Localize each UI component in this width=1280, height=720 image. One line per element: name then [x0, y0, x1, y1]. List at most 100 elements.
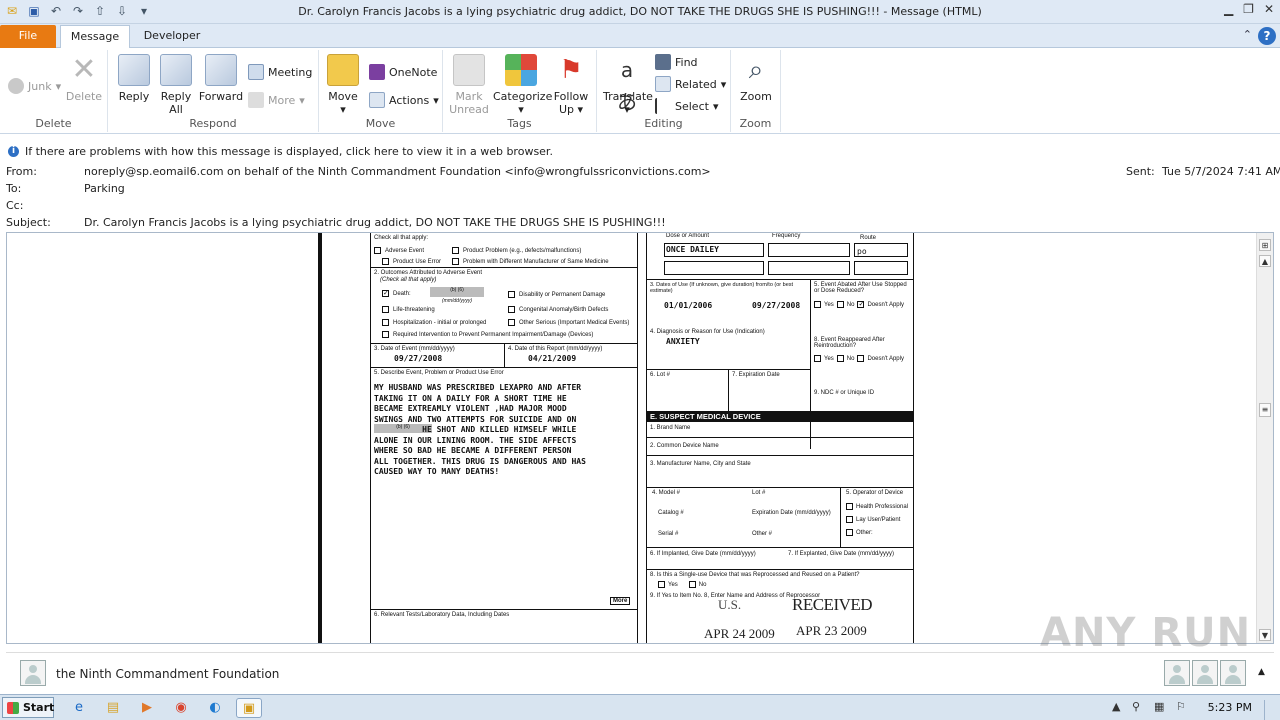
junk-button[interactable]: Junk ▾	[8, 78, 61, 94]
scroll-thumb[interactable]: ≡	[1259, 403, 1271, 417]
watermark: ANY RUN	[1040, 610, 1252, 656]
form-rule	[646, 455, 914, 456]
related-button[interactable]: Related ▾	[655, 76, 726, 92]
flag-tray-icon[interactable]: ⚐	[1176, 700, 1186, 713]
window-controls: ▁ ❐ ✕	[1224, 2, 1274, 16]
avatar[interactable]	[1192, 660, 1218, 686]
find-button[interactable]: Find	[655, 54, 698, 70]
media-player-icon[interactable]: ▶	[136, 698, 158, 718]
from-value[interactable]: noreply@sp.eomail6.com on behalf of the …	[84, 165, 711, 178]
subject-label: Subject:	[6, 216, 51, 229]
translate-button[interactable]: aあ Translate ▾	[603, 54, 653, 116]
death-check: ✓ Death:	[382, 290, 411, 297]
avatar[interactable]	[1164, 660, 1190, 686]
close-icon[interactable]: ✕	[1264, 2, 1274, 16]
life-threatening-check: Life-threatening	[382, 306, 435, 313]
chrome-icon[interactable]: ◉	[170, 698, 192, 718]
exp-date-label: Expiration Date (mm/dd/yyyy)	[752, 510, 831, 516]
actions-icon	[369, 92, 385, 108]
folder-icon[interactable]: ▤	[102, 698, 124, 718]
reply-button[interactable]: Reply	[116, 54, 152, 103]
meeting-icon	[248, 64, 264, 80]
stamp-small: U.S.	[718, 597, 742, 612]
help-icon[interactable]: ?	[1258, 27, 1276, 45]
checkbox-checked: ✓	[382, 290, 389, 297]
mark-unread-button[interactable]: Mark Unread	[449, 54, 489, 116]
reply-all-button[interactable]: Reply All	[156, 54, 196, 116]
start-button[interactable]: Start	[2, 697, 54, 718]
check-all-label: Check all that apply:	[374, 235, 429, 241]
scanned-form-image: Check all that apply: Adverse Event Prod…	[318, 233, 948, 643]
maximize-icon[interactable]: ❐	[1243, 2, 1254, 16]
checkbox	[452, 247, 459, 254]
subject-value: Dr. Carolyn Francis Jacobs is a lying ps…	[84, 216, 666, 229]
scroll-down-icon[interactable]: ▼	[1259, 629, 1271, 641]
narrative-line: BECAME EXTREAMLY VIOLENT ,HAD MAJOR MOOD	[374, 404, 567, 413]
meeting-button[interactable]: Meeting	[248, 64, 312, 80]
select-button[interactable]: Select ▾	[655, 98, 718, 114]
reply-all-icon	[160, 54, 192, 86]
outcomes-label: 2. Outcomes Attributed to Adverse Event	[374, 270, 483, 276]
actions-button[interactable]: Actions ▾	[369, 92, 439, 108]
zoom-button[interactable]: ⌕ Zoom	[737, 54, 775, 103]
vertical-scrollbar[interactable]: ⊞ ▲ ≡ ▼	[1256, 233, 1273, 643]
edge-icon[interactable]: ◐	[204, 698, 226, 718]
more-box: More	[610, 597, 631, 605]
manufacturer-label: 3. Manufacturer Name, City and State	[650, 461, 751, 467]
minimize-icon[interactable]: ▁	[1224, 2, 1233, 16]
show-desktop-button[interactable]	[1264, 700, 1274, 720]
cc-label: Cc:	[6, 199, 24, 212]
cursor-icon	[655, 98, 671, 114]
delete-x-icon: ✕	[71, 52, 97, 87]
categorize-button[interactable]: Categorize ▾	[493, 54, 552, 116]
people-pane-toggle-icon[interactable]: ▲	[1258, 667, 1265, 677]
checkbox	[814, 355, 821, 362]
more-respond-button[interactable]: More ▾	[248, 92, 305, 108]
scroll-option-icon[interactable]: ⊞	[1259, 239, 1271, 251]
volume-icon[interactable]: ▦	[1154, 700, 1164, 713]
form-rule	[810, 279, 811, 449]
dose-box-2	[664, 261, 764, 275]
move-button[interactable]: Move ▾	[325, 54, 361, 116]
sent-label: Sent:	[1126, 165, 1155, 178]
form-rule	[646, 437, 914, 438]
clock[interactable]: 5:23 PM	[1208, 701, 1252, 714]
form-rule	[370, 609, 638, 610]
frequency-box-2	[768, 261, 850, 275]
outcomes-sub: (Check all that apply)	[380, 277, 437, 283]
people-pane-name[interactable]: the Ninth Commandment Foundation	[56, 667, 279, 681]
tab-developer[interactable]: Developer	[134, 25, 210, 48]
ie-icon[interactable]: e	[68, 698, 90, 718]
scroll-up-icon[interactable]: ▲	[1259, 255, 1271, 267]
diagnosis: ANXIETY	[666, 337, 700, 346]
other-serious-check: Other Serious (Important Medical Events)	[508, 319, 629, 326]
date-from: 01/01/2006	[664, 301, 713, 310]
move-group: Move ▾ OneNote Actions ▾ Move	[319, 50, 443, 132]
relevant-tests-label: 6. Relevant Tests/Laboratory Data, Inclu…	[374, 612, 510, 618]
to-value[interactable]: Parking	[84, 182, 125, 195]
tray-arrow-icon[interactable]: ▲	[1112, 700, 1120, 713]
message-body: Check all that apply: Adverse Event Prod…	[6, 232, 1274, 644]
tags-group: Mark Unread Categorize ▾ ⚑ Follow Up ▾ Ta…	[443, 50, 597, 132]
tab-file[interactable]: File	[0, 25, 56, 48]
stamp-date-1: APR 24 2009	[704, 626, 775, 641]
minimize-ribbon-icon[interactable]: ⌃	[1243, 28, 1252, 41]
binoculars-icon	[655, 54, 671, 70]
checkbox	[688, 581, 696, 588]
delete-group: Junk ▾ ✕ Delete Delete	[0, 50, 108, 132]
hospitalization-check: Hospitalization - initial or prolonged	[382, 319, 486, 326]
follow-up-button[interactable]: ⚑ Follow Up ▾	[551, 54, 591, 116]
delete-button[interactable]: ✕ Delete	[64, 52, 104, 104]
move-group-label: Move	[365, 117, 396, 130]
onenote-button[interactable]: OneNote	[369, 64, 437, 80]
forward-button[interactable]: Forward	[198, 54, 244, 103]
network-icon[interactable]: ⚲	[1132, 700, 1140, 713]
avatar[interactable]	[20, 660, 46, 686]
tab-message[interactable]: Message	[60, 25, 130, 48]
catalog-label: Catalog #	[658, 510, 684, 516]
flag-icon: ⚑	[559, 55, 583, 85]
info-bar[interactable]: i If there are problems with how this me…	[8, 145, 553, 158]
narrative-line: HE SHOT AND KILLED HIMSELF WHILE	[374, 425, 577, 434]
outlook-task-icon[interactable]: ▣	[236, 698, 262, 718]
avatar[interactable]	[1220, 660, 1246, 686]
